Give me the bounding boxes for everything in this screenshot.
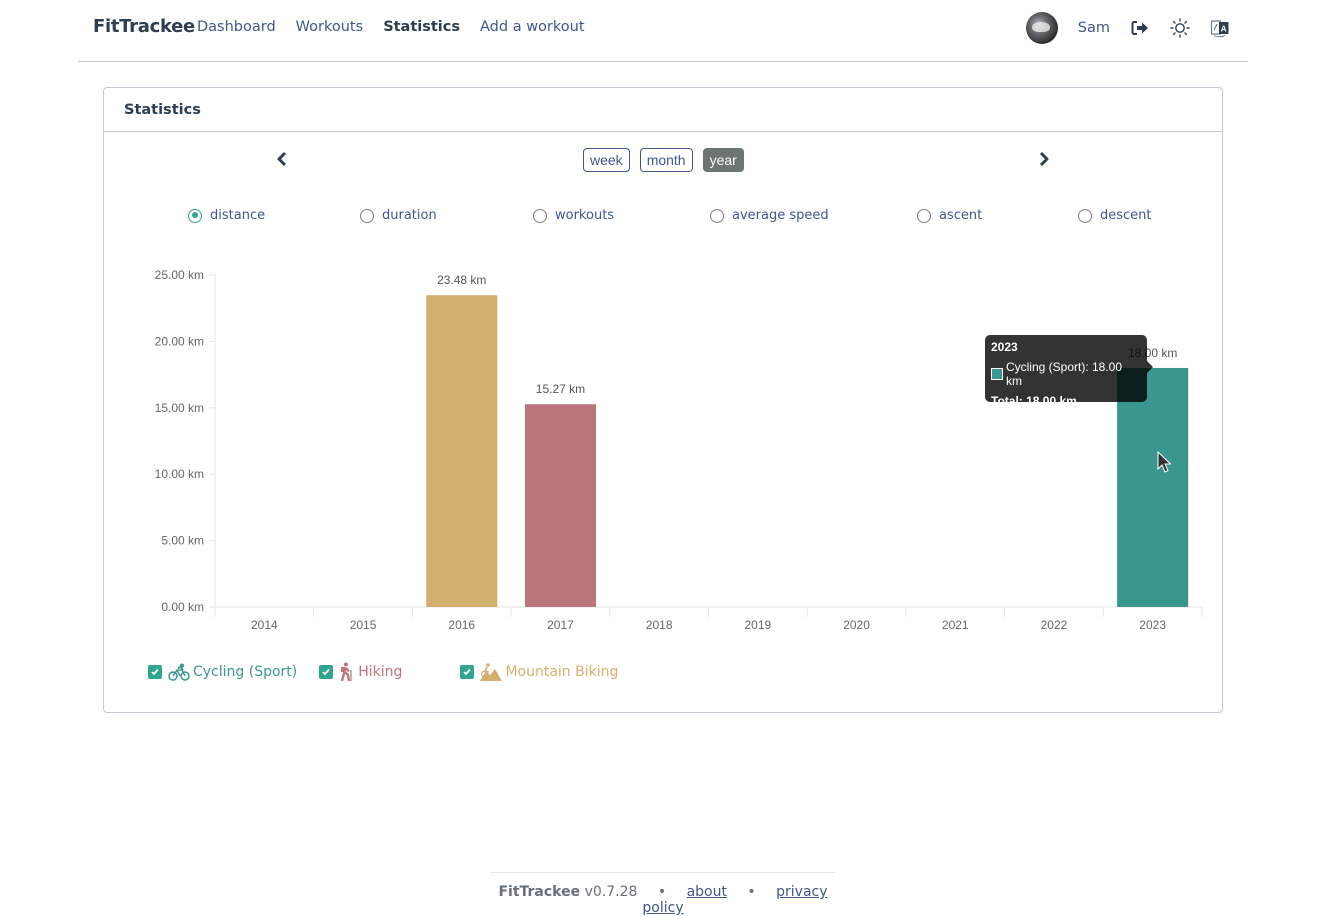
footer: FitTrackee v0.7.28 • about • privacy pol… bbox=[491, 872, 835, 916]
y-tick-label: 25.00 km bbox=[155, 268, 204, 282]
chart-legend: Cycling (Sport) Hiking Mountain Biking bbox=[148, 662, 640, 682]
checkbox-checked-icon[interactable] bbox=[319, 665, 334, 679]
legend-label: Mountain Biking bbox=[505, 664, 619, 680]
nav-right: Sam A bbox=[1025, 12, 1230, 44]
legend-item-mountain-biking[interactable]: Mountain Biking bbox=[460, 663, 618, 681]
footer-version: v0.7.28 bbox=[584, 884, 638, 900]
mountain-biking-icon bbox=[480, 663, 503, 681]
tooltip-swatch bbox=[991, 368, 1003, 380]
x-tick-label: 2014 bbox=[251, 618, 278, 632]
tooltip-row-text: Cycling (Sport): 18.00 km bbox=[1005, 360, 1123, 388]
navbar: FitTrackee Dashboard Workouts Statistics… bbox=[78, 0, 1248, 62]
x-tick-label: 2017 bbox=[547, 618, 574, 632]
legend-item-cycling-sport[interactable]: Cycling (Sport) bbox=[148, 663, 297, 681]
nav-link-add-workout[interactable]: Add a workout bbox=[480, 19, 585, 35]
nav-link-workouts[interactable]: Workouts bbox=[296, 19, 364, 35]
y-tick-label: 5.00 km bbox=[161, 534, 204, 548]
tooltip-row: Cycling (Sport): 18.00 km bbox=[991, 360, 1141, 388]
brand-logo[interactable]: FitTrackee bbox=[93, 16, 195, 37]
legend-item-hiking[interactable]: Hiking bbox=[319, 662, 438, 682]
avatar[interactable] bbox=[1025, 12, 1058, 44]
hiking-icon bbox=[339, 662, 355, 682]
mouse-cursor-icon bbox=[1157, 450, 1172, 477]
tooltip-total: Total: 18.00 km bbox=[991, 394, 1077, 408]
x-tick-label: 2023 bbox=[1139, 618, 1166, 632]
logout-icon[interactable] bbox=[1130, 18, 1150, 38]
language-icon[interactable]: A bbox=[1210, 18, 1230, 38]
footer-separator: • bbox=[657, 884, 667, 900]
footer-separator: • bbox=[747, 884, 756, 900]
x-tick-label: 2021 bbox=[942, 618, 969, 632]
username-link[interactable]: Sam bbox=[1078, 20, 1110, 36]
sun-icon[interactable] bbox=[1170, 18, 1190, 38]
checkbox-checked-icon[interactable] bbox=[460, 665, 475, 679]
bar-mountain-biking-2016 bbox=[426, 295, 498, 607]
svg-text:A: A bbox=[1221, 25, 1227, 34]
nav-link-dashboard[interactable]: Dashboard bbox=[197, 19, 276, 35]
y-tick-label: 15.00 km bbox=[155, 401, 204, 415]
legend-label: Cycling (Sport) bbox=[193, 664, 298, 680]
footer-brand: FitTrackee bbox=[498, 884, 581, 900]
chart-tooltip: 2023 Cycling (Sport): 18.00 km Total: 18… bbox=[985, 335, 1153, 408]
x-tick-label: 2019 bbox=[744, 618, 771, 632]
x-tick-label: 2022 bbox=[1041, 618, 1068, 632]
statistics-card: Statistics week month year distance dura… bbox=[103, 87, 1223, 713]
nav-links: Dashboard Workouts Statistics Add a work… bbox=[197, 19, 605, 35]
x-tick-label: 2018 bbox=[646, 618, 673, 632]
bar-hiking-2017 bbox=[524, 404, 596, 607]
tooltip-title: 2023 bbox=[991, 340, 1018, 354]
privacy-policy-link[interactable]: privacy policy bbox=[642, 884, 827, 916]
nav-link-statistics[interactable]: Statistics bbox=[383, 19, 460, 35]
x-tick-label: 2016 bbox=[448, 618, 475, 632]
bar-total-label: 15.27 km bbox=[536, 382, 585, 396]
y-tick-label: 10.00 km bbox=[155, 467, 204, 481]
cycling-sport-icon bbox=[168, 663, 190, 681]
x-tick-label: 2015 bbox=[350, 618, 377, 632]
checkbox-checked-icon[interactable] bbox=[148, 665, 162, 679]
bar-total-label: 23.48 km bbox=[437, 273, 486, 287]
about-link[interactable]: about bbox=[687, 884, 727, 900]
legend-label: Hiking bbox=[358, 664, 403, 680]
y-tick-label: 20.00 km bbox=[155, 334, 204, 348]
y-tick-label: 0.00 km bbox=[161, 600, 204, 614]
x-tick-label: 2020 bbox=[843, 618, 870, 632]
